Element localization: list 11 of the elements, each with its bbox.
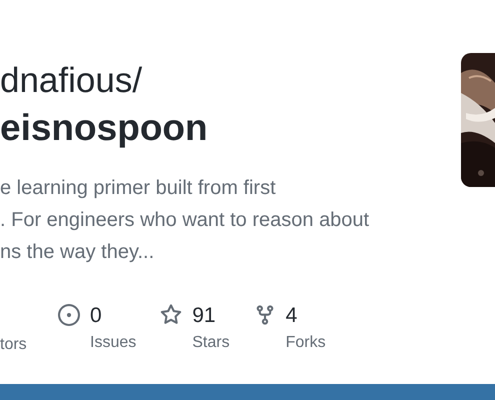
stat-label: Stars	[192, 333, 230, 353]
stat-label: tors	[0, 335, 28, 355]
repo-description: e learning primer built from first . For engineers who want to reason about ns the way they...	[0, 176, 370, 265]
repo-owner: dnafious/	[0, 60, 144, 102]
star-icon	[160, 304, 182, 326]
stat-label: Issues	[90, 333, 136, 353]
repo-name: eisnospoon	[0, 106, 209, 150]
stat-count: 4	[286, 303, 298, 329]
stat-count: 91	[192, 303, 217, 329]
stat-count: 0	[90, 303, 103, 329]
stat-label: Forks	[286, 333, 326, 353]
